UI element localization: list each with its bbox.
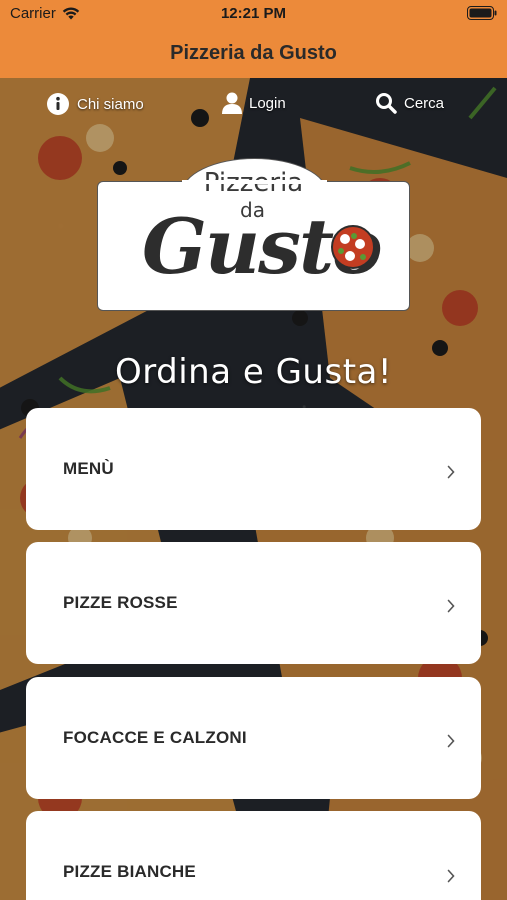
search-icon	[376, 93, 397, 114]
logo-arch-joint	[182, 180, 327, 184]
user-icon	[222, 92, 242, 114]
clock: 12:21 PM	[220, 5, 287, 22]
search-button[interactable]: Cerca	[375, 92, 444, 114]
category-card-pizze-rosse[interactable]: PIZZE ROSSE	[26, 542, 481, 664]
nav-bar: Pizzeria da Gusto	[0, 28, 507, 78]
chevron-right-icon	[447, 869, 455, 883]
category-label: PIZZE ROSSE	[63, 593, 178, 612]
login-button[interactable]: Login	[222, 92, 286, 114]
chevron-right-icon	[447, 465, 455, 479]
category-label: MENÙ	[63, 459, 114, 478]
chevron-right-icon	[447, 599, 455, 613]
about-label: Chi siamo	[77, 95, 144, 113]
status-bar: Carrier 12:21 PM	[0, 0, 507, 28]
category-card-menu[interactable]: MENÙ	[26, 408, 481, 530]
info-icon	[47, 93, 69, 115]
app-title: Pizzeria da Gusto	[170, 41, 337, 64]
battery-icon	[467, 6, 497, 20]
pizza-logo-icon	[331, 225, 375, 269]
category-card-focacce-calzoni[interactable]: FOCACCE E CALZONI	[26, 677, 481, 799]
chevron-right-icon	[447, 734, 455, 748]
login-label: Login	[249, 94, 286, 112]
about-button[interactable]: Chi siamo	[46, 92, 144, 116]
category-card-pizze-bianche[interactable]: PIZZE BIANCHE	[26, 811, 481, 900]
top-nav: Chi siamo Login Cerca	[0, 78, 507, 132]
search-label: Cerca	[404, 94, 445, 112]
category-label: PIZZE BIANCHE	[63, 861, 196, 881]
tagline: Ordina e Gusta!	[115, 352, 392, 392]
brand-logo: Pizzeria da Gusto	[97, 168, 410, 311]
category-label: FOCACCE E CALZONI	[63, 728, 247, 747]
